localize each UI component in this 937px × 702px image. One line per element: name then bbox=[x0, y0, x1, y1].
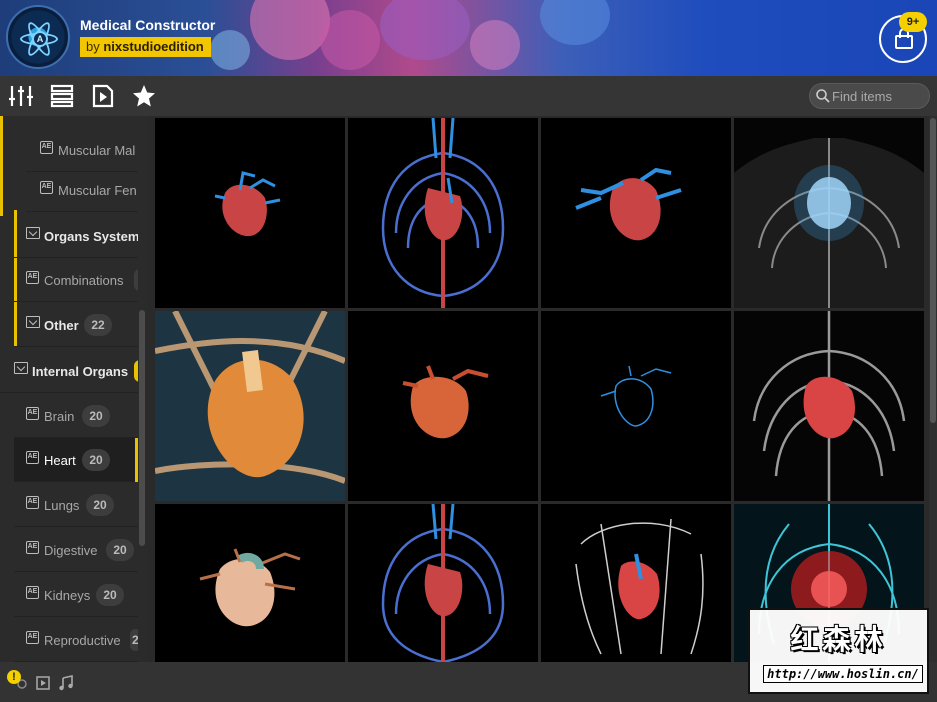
grid-scroll-thumb[interactable] bbox=[930, 118, 936, 423]
banner-decoration bbox=[380, 0, 470, 60]
vessels-icon bbox=[600, 365, 672, 427]
preset-icon: AE bbox=[40, 181, 53, 194]
folder-icon bbox=[26, 316, 40, 328]
toolbar bbox=[0, 76, 937, 116]
author-name: nixstudioedition bbox=[103, 39, 204, 54]
preview-icon[interactable] bbox=[36, 676, 50, 690]
sidebar-item-lungs[interactable]: AE Lungs 20 bbox=[14, 483, 138, 527]
ribcage-heart-icon bbox=[381, 504, 505, 662]
preset-thumbnail[interactable] bbox=[348, 311, 538, 501]
preset-thumbnail[interactable] bbox=[155, 504, 345, 662]
sidebar-item-muscular-female[interactable]: AE Muscular Fen bbox=[26, 168, 138, 212]
sidebar-item-label: Brain bbox=[44, 409, 75, 424]
preset-thumbnail[interactable] bbox=[734, 311, 924, 501]
indent-guide bbox=[0, 210, 3, 216]
preset-thumbnail[interactable] bbox=[541, 504, 731, 662]
banner-decoration bbox=[470, 20, 520, 70]
item-count-badge: 22 bbox=[84, 314, 112, 336]
by-label: by bbox=[86, 39, 100, 54]
heart-icon bbox=[575, 167, 682, 241]
sidebar-item-label: Muscular Fen bbox=[58, 183, 137, 198]
heart-icon bbox=[214, 171, 281, 237]
item-count-badge: 20 bbox=[82, 449, 110, 471]
sidebar-item-combinations[interactable]: AE Combinations bbox=[14, 258, 146, 302]
preset-icon: AE bbox=[26, 496, 39, 509]
app-logo: A bbox=[6, 5, 70, 69]
sidebar-scroll-thumb[interactable] bbox=[139, 310, 145, 546]
preset-icon: AE bbox=[26, 631, 39, 644]
preset-icon: AE bbox=[40, 141, 53, 154]
heart-icon bbox=[199, 548, 301, 627]
item-count-badge: 20 bbox=[106, 539, 134, 561]
list-icon[interactable] bbox=[49, 84, 75, 108]
preset-icon: AE bbox=[26, 586, 39, 599]
preset-thumbnail[interactable] bbox=[541, 311, 731, 501]
sidebar-item-label: Organs System bbox=[44, 229, 140, 244]
preset-thumbnail[interactable] bbox=[155, 118, 345, 308]
preset-icon: AE bbox=[26, 451, 39, 464]
folder-icon bbox=[14, 362, 28, 374]
banner-decoration bbox=[540, 0, 610, 45]
sidebar-item-reproductive[interactable]: AE Reproductive 2 bbox=[14, 618, 141, 662]
watermark-url: http://www.hoslin.cn/ bbox=[763, 665, 923, 683]
warning-icon[interactable]: ! bbox=[7, 670, 21, 684]
indent-guide bbox=[0, 116, 3, 210]
wireframe-heart-icon bbox=[575, 518, 704, 655]
preset-thumbnail[interactable] bbox=[541, 118, 731, 308]
cart-count-badge: 9+ bbox=[899, 12, 927, 32]
sliders-icon[interactable] bbox=[8, 84, 34, 108]
sidebar-item-heart[interactable]: AE Heart 20 bbox=[14, 438, 138, 482]
sidebar-item-other[interactable]: Other 22 bbox=[14, 303, 138, 347]
sidebar-item-brain[interactable]: AE Brain 20 bbox=[14, 394, 138, 438]
sidebar-item-label: Reproductive bbox=[44, 633, 121, 648]
skeleton-heart-icon bbox=[752, 311, 906, 501]
heart-closeup-icon bbox=[155, 311, 345, 484]
search-input[interactable] bbox=[832, 88, 926, 104]
music-icon[interactable] bbox=[58, 675, 74, 691]
sidebar-item-muscular-male[interactable]: AE Muscular Mal bbox=[26, 128, 138, 172]
ribcage-heart-icon bbox=[381, 118, 505, 308]
item-count-badge: 20 bbox=[82, 405, 110, 427]
logo-letter: A bbox=[32, 31, 48, 47]
sidebar-item-label: Lungs bbox=[44, 498, 80, 513]
sidebar-item-label: Other bbox=[44, 318, 79, 333]
sidebar-item-label: Heart bbox=[44, 453, 76, 468]
preset-icon: AE bbox=[26, 407, 39, 420]
sidebar-item-label: Kidneys bbox=[44, 588, 91, 603]
play-file-icon[interactable] bbox=[90, 84, 116, 108]
sidebar-item-internal-organs[interactable]: Internal Organs bbox=[0, 349, 146, 393]
xray-torso-icon bbox=[734, 138, 924, 308]
app-window: A Medical Constructor by nixstudioeditio… bbox=[0, 0, 937, 702]
sidebar-item-digestive[interactable]: AE Digestive 20 bbox=[14, 528, 138, 572]
preset-thumbnail[interactable] bbox=[734, 118, 924, 308]
sidebar-item-organs-system[interactable]: Organs System bbox=[14, 214, 140, 258]
preset-thumbnail[interactable] bbox=[348, 118, 538, 308]
search-icon bbox=[816, 89, 830, 103]
preset-icon: AE bbox=[26, 271, 39, 284]
sidebar-item-label: Combinations bbox=[44, 273, 124, 288]
bag-icon bbox=[895, 35, 913, 49]
search-box[interactable] bbox=[809, 83, 930, 109]
item-count-badge: 20 bbox=[96, 584, 124, 606]
heart-icon bbox=[402, 365, 489, 439]
preset-icon: AE bbox=[26, 541, 39, 554]
header-banner: A Medical Constructor by nixstudioeditio… bbox=[0, 0, 937, 76]
sidebar-item-label: Muscular Mal bbox=[58, 143, 136, 158]
category-sidebar: AE Muscular Mal AE Muscular Fen Organs S… bbox=[0, 116, 147, 662]
star-icon[interactable] bbox=[131, 84, 157, 108]
banner-decoration bbox=[320, 10, 380, 70]
banner-decoration bbox=[210, 30, 250, 70]
watermark-chinese-text: 红森林 bbox=[790, 623, 887, 656]
banner-decoration bbox=[250, 0, 330, 60]
author-badge[interactable]: by nixstudioedition bbox=[80, 37, 211, 57]
preset-thumbnail[interactable] bbox=[348, 504, 538, 662]
item-count-badge: 20 bbox=[86, 494, 114, 516]
watermark: 红森林 http://www.hoslin.cn/ bbox=[748, 608, 929, 694]
app-title: Medical Constructor bbox=[80, 17, 216, 33]
sidebar-item-label: Digestive bbox=[44, 543, 98, 558]
sidebar-item-label: Internal Organs bbox=[32, 364, 129, 379]
folder-icon bbox=[26, 227, 40, 239]
sidebar-item-kidneys[interactable]: AE Kidneys 20 bbox=[14, 573, 138, 617]
preset-thumbnail[interactable] bbox=[155, 311, 345, 501]
